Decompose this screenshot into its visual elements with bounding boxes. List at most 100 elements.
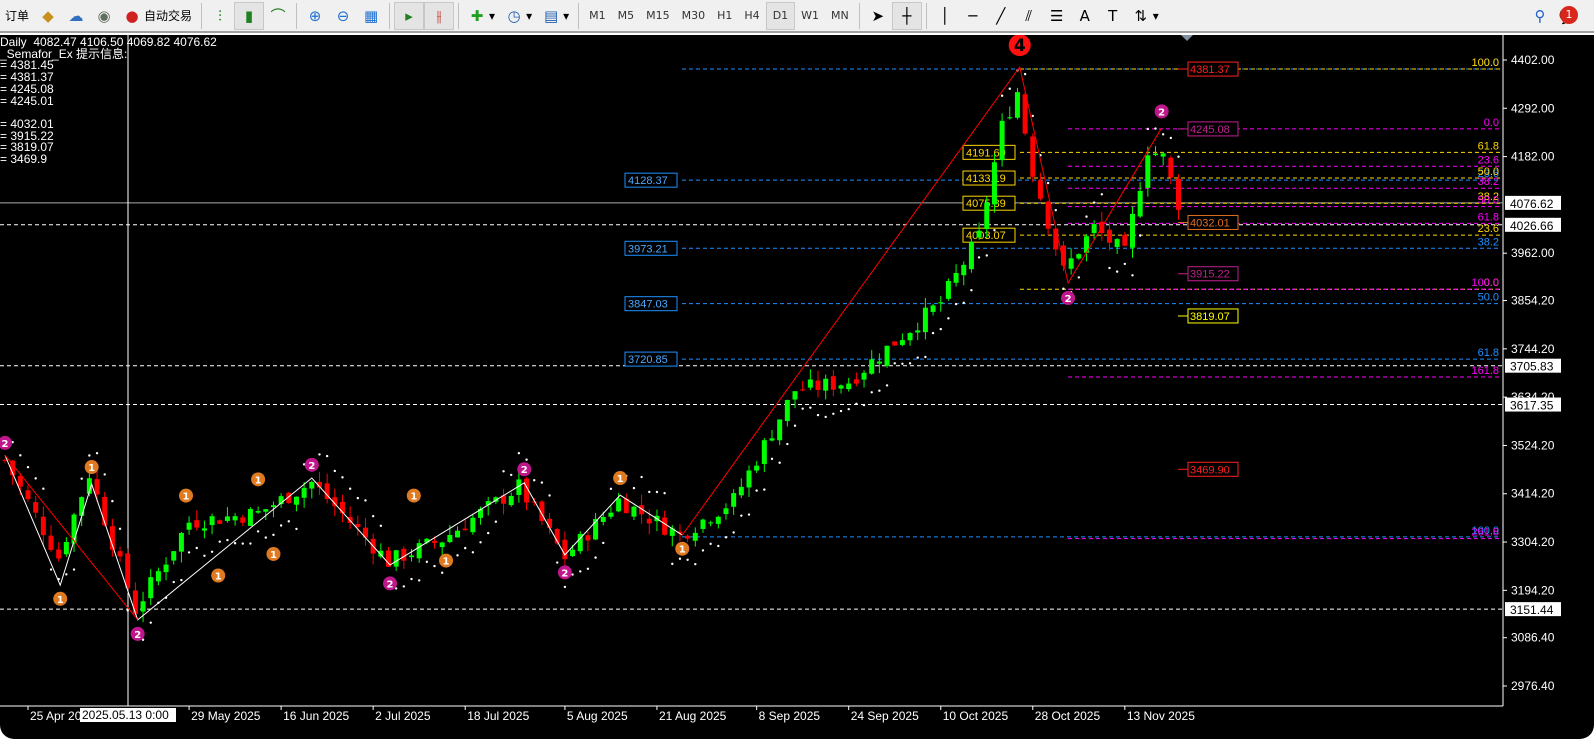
sar-dot <box>548 494 551 497</box>
fib-blue-level-label: 61.8 <box>1478 347 1499 359</box>
cloud-icon: ☁ <box>68 6 84 25</box>
search-button[interactable]: ⚲ <box>1526 2 1554 30</box>
templates-button[interactable]: ▤ ▾ <box>537 2 574 30</box>
sar-dot <box>249 542 252 545</box>
sar-dot <box>1100 193 1104 196</box>
sar-dot <box>556 561 559 564</box>
candle-body <box>94 479 100 495</box>
candle-body <box>48 535 54 550</box>
candle-body <box>40 516 46 536</box>
sar-dot <box>456 554 459 557</box>
sar-dot <box>640 475 643 479</box>
sar-dot <box>594 556 597 559</box>
notification-badge: 1 <box>1560 5 1578 24</box>
timeframe-w1[interactable]: W1 <box>795 2 825 30</box>
text-label-button[interactable]: T <box>1099 2 1127 30</box>
line-chart-button[interactable]: ⌒ <box>264 2 292 30</box>
candle-body <box>1030 136 1036 177</box>
x-tick-label: 10 Oct 2025 <box>943 709 1009 723</box>
sar-dot <box>34 477 37 480</box>
candle-body <box>125 553 131 589</box>
x-tick-label: 16 Jun 2025 <box>283 709 349 723</box>
cloud-button[interactable]: ☁ <box>62 2 90 30</box>
candle-body <box>631 506 637 517</box>
sar-dot <box>1115 270 1119 273</box>
sar-dot <box>678 557 682 560</box>
arrows-icon: ⇅ <box>1134 6 1148 25</box>
sar-dot <box>494 520 498 523</box>
timeframe-mn[interactable]: MN <box>825 2 855 30</box>
candle-body <box>616 498 622 512</box>
sar-dot <box>180 578 183 582</box>
candle-body <box>769 438 775 441</box>
auto-trading-icon: ● <box>125 6 139 25</box>
cursor-button[interactable]: ➤ <box>864 2 892 30</box>
tile-windows-button[interactable]: ▦ <box>357 2 385 30</box>
semafor-marker-number: 1 <box>617 474 624 485</box>
timeframe-m1[interactable]: M1 <box>583 2 612 30</box>
candle-body <box>1153 153 1158 156</box>
timeframe-d1[interactable]: D1 <box>765 1 796 30</box>
sar-dot <box>525 458 528 461</box>
new-order-button[interactable]: 订单 <box>0 2 34 30</box>
sar-dot <box>95 451 99 455</box>
sar-dot <box>325 454 329 458</box>
zigzag-red <box>681 65 1163 536</box>
candle-body <box>56 549 62 559</box>
arrows-button[interactable]: ⇅ ▾ <box>1127 2 1164 30</box>
sar-dot <box>740 514 743 517</box>
sar-dot <box>878 389 881 392</box>
timeframe-m15[interactable]: M15 <box>640 2 676 30</box>
periods-button[interactable]: ◷ ▾ <box>500 2 537 30</box>
candle-body <box>1114 239 1120 248</box>
notifications-button[interactable]: 💬1 <box>1554 2 1594 30</box>
auto-trading-label: 自动交易 <box>144 9 193 23</box>
sar-dot <box>947 317 950 320</box>
zoom-out-button[interactable]: ⊖ <box>329 2 357 30</box>
sar-dot <box>218 540 221 543</box>
text-button[interactable]: A <box>1071 2 1099 30</box>
vertical-line-button[interactable]: │ <box>931 2 959 30</box>
fib-yellow-level-label: 61.8 <box>1478 140 1499 152</box>
sar-dot <box>908 362 912 365</box>
semafor-marker-number: 1 <box>410 492 417 503</box>
candle-body <box>961 264 967 276</box>
candle-body <box>807 379 813 388</box>
history-button[interactable]: ◆ <box>34 2 62 30</box>
auto-trading-button[interactable]: ● 自动交易 <box>118 2 197 30</box>
candle-body <box>447 534 453 543</box>
x-tick-label: 29 May 2025 <box>191 709 261 723</box>
timeframe-h4[interactable]: H4 <box>738 2 765 30</box>
zigzag-red <box>4 454 139 621</box>
price-marker-label: 4026.66 <box>1510 219 1554 233</box>
sar-dot <box>609 487 613 491</box>
indicators-button[interactable]: ✚ ▾ <box>463 2 500 30</box>
price-chart[interactable]: 4402.00 4292.00 4182.00 3962.00 3854.20 3744.… <box>0 35 1594 739</box>
candle-body <box>846 383 852 389</box>
timeframe-m30[interactable]: M30 <box>676 2 712 30</box>
candle-body <box>1014 92 1020 118</box>
horizontal-line-button[interactable]: ─ <box>959 2 987 30</box>
trendline-button[interactable]: ╱ <box>987 2 1015 30</box>
candle-body <box>1007 117 1013 119</box>
chart-info: Daily 4082.47 4106.50 4069.82 4076.62 _S… <box>0 36 217 166</box>
fibonacci-button[interactable]: ☰ <box>1043 2 1071 30</box>
chart-shift-button[interactable]: ⫲ <box>424 1 455 30</box>
signals-button[interactable]: ◉ <box>90 2 118 30</box>
timeframe-h1[interactable]: H1 <box>711 2 738 30</box>
bar-chart-button[interactable]: ⫶ <box>206 2 234 30</box>
candle-body <box>217 520 223 524</box>
sar-dot <box>440 571 444 574</box>
equidistant-channel-button[interactable]: ⫽ <box>1015 2 1043 30</box>
sar-dot <box>1031 114 1034 118</box>
candle-body <box>899 340 905 345</box>
auto-scroll-button[interactable]: ▸ <box>394 1 425 30</box>
crosshair-button[interactable]: ┼ <box>891 1 922 30</box>
zoom-in-button[interactable]: ⊕ <box>301 2 329 30</box>
semafor-marker-number: 4 <box>1014 36 1026 56</box>
candle-body <box>723 508 729 515</box>
price-marker-label: 3705.83 <box>1510 360 1554 374</box>
chart-canvas[interactable]: 4402.00 4292.00 4182.00 3962.00 3854.20 3744.… <box>0 35 1594 739</box>
timeframe-m5[interactable]: M5 <box>612 2 641 30</box>
candlestick-button[interactable]: ▮ <box>234 1 265 30</box>
